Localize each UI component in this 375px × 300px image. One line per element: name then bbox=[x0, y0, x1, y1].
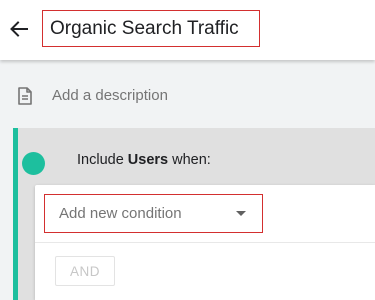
include-prefix: Include bbox=[77, 152, 124, 168]
segment-title[interactable]: Organic Search Traffic bbox=[42, 10, 260, 47]
arrow-left-icon bbox=[10, 21, 28, 37]
caret-down-icon bbox=[236, 211, 246, 216]
back-button[interactable] bbox=[4, 12, 34, 46]
add-condition-placeholder: Add new condition bbox=[59, 205, 182, 222]
group-indicator-dot bbox=[22, 152, 45, 175]
document-icon bbox=[18, 87, 32, 105]
include-subject: Users bbox=[127, 152, 169, 168]
include-users-label: Include Users when: bbox=[77, 152, 211, 168]
description-field[interactable]: Add a description bbox=[0, 78, 375, 114]
add-condition-dropdown[interactable]: Add new condition bbox=[44, 194, 263, 233]
card-divider bbox=[35, 242, 375, 243]
app-header: Organic Search Traffic bbox=[0, 0, 375, 60]
and-button[interactable]: AND bbox=[55, 256, 115, 286]
description-placeholder: Add a description bbox=[52, 87, 168, 104]
include-suffix: when: bbox=[172, 152, 211, 168]
